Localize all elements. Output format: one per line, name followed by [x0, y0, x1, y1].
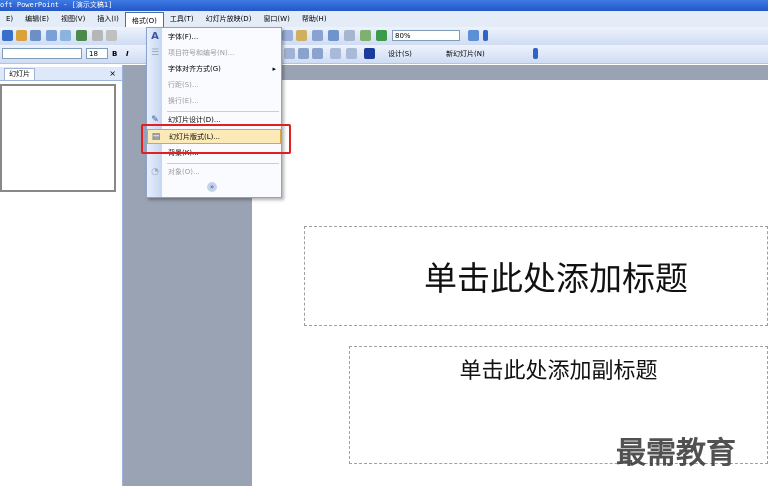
title-placeholder-text: 单击此处添加标题	[424, 259, 688, 298]
subtitle-placeholder-text: 单击此处添加副标题	[459, 359, 658, 384]
close-pane-icon[interactable]: ×	[109, 68, 116, 79]
format-menu: A 字体(F)... ☰ 项目符号和编号(N)... 字体对齐方式(G) ▸ 行…	[146, 27, 282, 198]
font-color-icon[interactable]	[364, 48, 375, 59]
zoom-combo[interactable]: 80%	[392, 30, 460, 41]
research-icon[interactable]	[92, 30, 103, 41]
align-icon[interactable]	[284, 48, 295, 59]
menu-item-label: 字体(F)...	[168, 33, 199, 41]
menu-separator	[167, 163, 279, 164]
menu-format[interactable]: 格式(O)	[124, 11, 164, 28]
formatting-toolbar: 18 B I 设计(S) 新幻灯片(N)	[0, 45, 768, 64]
insert-chart-icon[interactable]	[282, 30, 293, 41]
standard-toolbar: 80%	[0, 27, 768, 46]
font-icon: A	[151, 31, 159, 42]
expand-menu-icon[interactable]: »	[207, 182, 217, 192]
title-placeholder[interactable]: 单击此处添加标题	[304, 226, 768, 326]
cut-icon[interactable]	[106, 30, 117, 41]
toolbar-options-icon[interactable]	[483, 30, 488, 41]
design-button[interactable]: 设计(S)	[388, 48, 412, 60]
font-size-combo[interactable]: 18	[86, 48, 108, 59]
menu-help[interactable]: 帮助(H)	[296, 11, 333, 27]
menu-item-bullets[interactable]: ☰ 项目符号和编号(N)...	[147, 46, 281, 61]
menu-view[interactable]: 视图(V)	[55, 11, 91, 27]
font-name-combo[interactable]	[2, 48, 82, 59]
insert-picture-icon[interactable]	[312, 30, 323, 41]
show-formatting-icon[interactable]	[344, 30, 355, 41]
menu-item-object[interactable]: ◔ 对象(O)...	[147, 165, 281, 180]
window-title: oft PowerPoint - [演示文稿1]	[0, 1, 113, 9]
menu-edit[interactable]: 编辑(E)	[19, 11, 55, 27]
menu-window[interactable]: 窗口(W)	[257, 11, 295, 27]
menu-separator	[167, 111, 279, 112]
toolbar-options-icon[interactable]	[533, 48, 538, 59]
slide-thumbnail[interactable]	[0, 84, 116, 192]
menu-item-label: 字体对齐方式(G)	[168, 65, 221, 73]
spelling-icon[interactable]	[76, 30, 87, 41]
watermark: 最需教育	[616, 436, 736, 471]
menu-item-line-break[interactable]: 换行(E)...	[147, 94, 281, 109]
font-shrink-icon[interactable]	[312, 48, 323, 59]
bold-button[interactable]: B	[112, 48, 117, 60]
bullets-icon: ☰	[150, 48, 160, 58]
new-slide-button[interactable]: 新幻灯片(N)	[446, 48, 485, 60]
save-icon[interactable]	[2, 30, 13, 41]
email-icon[interactable]	[30, 30, 41, 41]
expand-all-icon[interactable]	[328, 30, 339, 41]
print-icon[interactable]	[46, 30, 57, 41]
preview-icon[interactable]	[60, 30, 71, 41]
menu-bar: E) 编辑(E) 视图(V) 插入(I) 格式(O) 工具(T) 幻灯片放映(D…	[0, 11, 768, 28]
object-icon: ◔	[151, 167, 159, 177]
menu-item-label: 换行(E)...	[168, 97, 199, 105]
menu-item-line-spacing[interactable]: 行距(S)...	[147, 78, 281, 93]
menu-insert[interactable]: 插入(I)	[91, 11, 125, 27]
decrease-indent-icon[interactable]	[330, 48, 341, 59]
grid-icon[interactable]	[360, 30, 371, 41]
insert-table-icon[interactable]	[296, 30, 307, 41]
font-grow-icon[interactable]	[298, 48, 309, 59]
window-title-bar: oft PowerPoint - [演示文稿1]	[0, 0, 768, 11]
increase-indent-icon[interactable]	[346, 48, 357, 59]
help-icon[interactable]	[468, 30, 479, 41]
highlight-annotation-box	[141, 124, 291, 154]
submenu-arrow-icon: ▸	[272, 65, 276, 73]
slides-pane-tabs: 幻灯片 ×	[0, 67, 122, 81]
menu-item-label: 项目符号和编号(N)...	[168, 49, 235, 57]
menu-item-font-alignment[interactable]: 字体对齐方式(G) ▸	[147, 62, 281, 77]
menu-tools[interactable]: 工具(T)	[164, 11, 200, 27]
menu-item-font[interactable]: A 字体(F)...	[147, 30, 281, 45]
menu-item-label: 对象(O)...	[168, 168, 200, 176]
color-grayscale-icon[interactable]	[376, 30, 387, 41]
menu-slideshow[interactable]: 幻灯片放映(D)	[200, 11, 258, 27]
menu-item-label: 行距(S)...	[168, 81, 199, 89]
tab-slides[interactable]: 幻灯片	[4, 68, 35, 80]
permission-icon[interactable]	[16, 30, 27, 41]
italic-button[interactable]: I	[126, 48, 129, 60]
menu-file[interactable]: E)	[0, 11, 19, 27]
